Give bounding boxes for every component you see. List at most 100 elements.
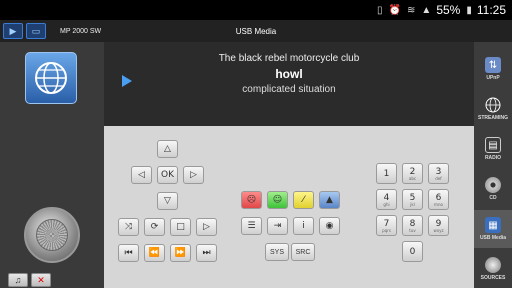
skip-forward-icon: ⏭ — [202, 248, 211, 258]
stop-button[interactable]: □ — [170, 218, 191, 236]
up-button[interactable]: △ — [157, 140, 178, 158]
sidebar-item-label: RADIO — [484, 155, 502, 161]
down-button[interactable]: ▽ — [157, 192, 178, 210]
mute-button[interactable]: ✕ — [31, 273, 51, 287]
list-button[interactable]: ☰ — [241, 217, 262, 235]
sidebar-item-cd[interactable]: CD — [474, 170, 512, 208]
status-bar: ▯ ⏰ ≋ ▲ 55% ▮ 11:25 — [0, 0, 512, 20]
key-letters: ghi — [383, 201, 390, 207]
sad-face-icon: ☹ — [246, 195, 257, 205]
sidebar-item-usb-media[interactable]: ▦ USB Media — [474, 210, 512, 248]
triangle-down-icon: ▽ — [164, 196, 171, 206]
play-pause-button[interactable]: ▷ — [196, 218, 217, 236]
volume-knob[interactable] — [24, 207, 80, 263]
key-letters: mno — [434, 201, 443, 207]
now-playing-panel: The black rebel motorcycle club howl com… — [104, 42, 474, 126]
globe-icon — [35, 62, 67, 94]
list-icon: ☰ — [247, 221, 256, 231]
enter-icon: ⇥ — [273, 221, 282, 231]
shuffle-button[interactable]: ⤨ — [118, 218, 139, 236]
key-letters: tuv — [409, 227, 416, 233]
rewind-icon: ⏪ — [148, 248, 161, 258]
skip-back-icon: ⏮ — [124, 248, 133, 258]
repeat-icon: ⟳ — [150, 222, 159, 232]
fast-forward-icon: ⏩ — [174, 248, 187, 258]
input-button[interactable]: ⇥ — [267, 217, 288, 235]
left-button[interactable]: ◁ — [131, 166, 152, 184]
key-digit: 9 — [435, 218, 442, 229]
key-digit: 4 — [383, 192, 390, 203]
page-title: USB Media — [235, 26, 277, 36]
key-digit: 3 — [435, 166, 442, 177]
red-button[interactable]: ☹ — [241, 191, 262, 209]
rewind-button[interactable]: ⏪ — [144, 244, 165, 262]
stop-icon: □ — [176, 222, 185, 232]
sources-icon — [485, 257, 501, 273]
remote-controls: △ ◁ OK ▷ ▽ ⤨ ⟳ □ ▷ ⏮ ⏪ ⏩ ⏭ ☹ ☺ ⁄ ▲ ☰ ⇥ i… — [104, 126, 474, 288]
key-digit: 8 — [409, 218, 416, 229]
usb-icon: ▦ — [485, 217, 501, 233]
yellow-button[interactable]: ⁄ — [293, 191, 314, 209]
eye-icon: ◉ — [325, 221, 334, 231]
ok-button[interactable]: OK — [157, 166, 178, 184]
sidebar-item-label: CD — [489, 195, 497, 201]
page-count-icon: ⁄ — [302, 195, 305, 205]
key-digit: 2 — [409, 166, 416, 177]
triangle-right-icon: ▷ — [190, 170, 197, 180]
key-5[interactable]: 5 jkl — [402, 189, 423, 210]
key-9[interactable]: 9 wxyz — [428, 215, 449, 236]
right-button[interactable]: ▷ — [183, 166, 204, 184]
key-letters: abc — [408, 175, 417, 181]
app-header: ▶ ▭ MP 2000 SW USB Media — [0, 20, 512, 42]
repeat-button[interactable]: ⟳ — [144, 218, 165, 236]
key-letters: jkl — [410, 201, 415, 207]
sidebar-item-radio[interactable]: ▤ RADIO — [474, 130, 512, 168]
knob-grip — [36, 219, 68, 251]
music-note-icon: ♫ — [14, 275, 22, 285]
info-icon: i — [302, 221, 305, 231]
alarm-icon: ⏰ — [388, 4, 402, 16]
music-button[interactable]: ♫ — [8, 273, 28, 287]
next-track-button[interactable]: ⏭ — [196, 244, 217, 262]
view-button[interactable]: ◉ — [319, 217, 340, 235]
sidebar-item-upnp[interactable]: ⇅ UPnP — [474, 50, 512, 88]
key-letters: pqrs — [382, 227, 391, 233]
sidebar-item-sources[interactable]: SOURCES — [474, 250, 512, 288]
key-digit: 1 — [383, 168, 390, 179]
green-button[interactable]: ☺ — [267, 191, 288, 209]
source-sidebar: ⇅ UPnP STREAMING ▤ RADIO CD ▦ USB Media … — [474, 42, 512, 288]
key-4[interactable]: 4 ghi — [376, 189, 397, 210]
play-pause-icon: ▷ — [203, 222, 210, 232]
triangle-left-icon: ◁ — [138, 170, 145, 180]
sidebar-item-streaming[interactable]: STREAMING — [474, 90, 512, 128]
key-8[interactable]: 8 tuv — [402, 215, 423, 236]
key-3[interactable]: 3 def — [428, 163, 449, 184]
track-title: howl — [275, 67, 303, 81]
info-button[interactable]: i — [293, 217, 314, 235]
key-7[interactable]: 7 pqrs — [376, 215, 397, 236]
key-2[interactable]: 2 abc — [402, 163, 423, 184]
sidebar-item-label: SOURCES — [480, 275, 506, 281]
track-artist: The black rebel motorcycle club — [218, 53, 360, 64]
src-button[interactable]: SRC — [291, 243, 315, 261]
signal-icon: ▲ — [421, 4, 432, 16]
key-6[interactable]: 6 mno — [428, 189, 449, 210]
fast-forward-button[interactable]: ⏩ — [170, 244, 191, 262]
sys-button[interactable]: SYS — [265, 243, 289, 261]
sidebar-item-label: STREAMING — [478, 115, 508, 121]
key-digit: 6 — [435, 192, 442, 203]
sidebar-item-label: USB Media — [479, 235, 507, 241]
clock: 11:25 — [476, 3, 506, 17]
blue-button[interactable]: ▲ — [319, 191, 340, 209]
upnp-icon: ⇅ — [485, 57, 501, 73]
triangle-up-icon: △ — [164, 144, 171, 154]
globe-icon — [485, 97, 501, 113]
previous-track-button[interactable]: ⏮ — [118, 244, 139, 262]
key-digit: 0 — [409, 246, 416, 257]
smiley-face-icon: ☺ — [272, 195, 283, 205]
sidebar-item-label: UPnP — [486, 75, 500, 81]
battery-percent: 55% — [436, 3, 461, 17]
key-0[interactable]: 0 — [402, 241, 423, 262]
track-album: complicated situation — [242, 84, 336, 95]
key-1[interactable]: 1 — [376, 163, 397, 184]
